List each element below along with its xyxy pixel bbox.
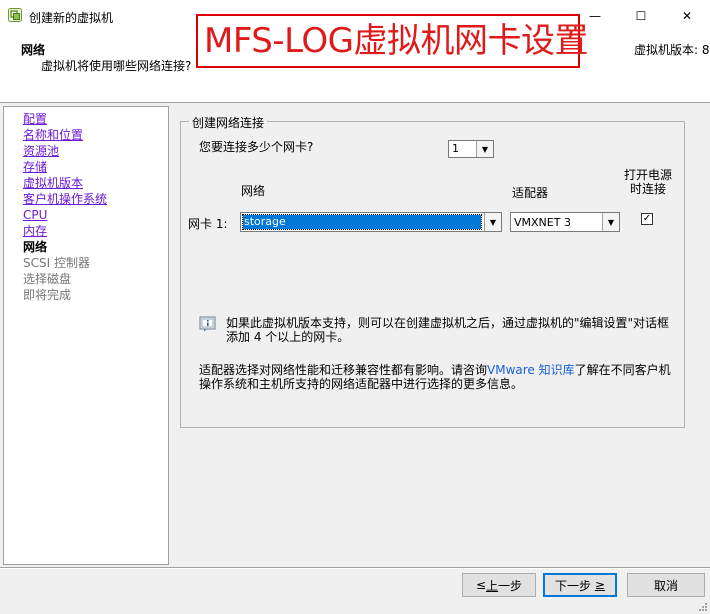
check-icon: ✓ (642, 213, 652, 224)
network-column-header: 网络 (241, 184, 266, 198)
page-description: 虚拟机将使用哪些网络连接? (41, 59, 192, 73)
sidebar-step-8: 网络 (23, 240, 48, 254)
footer-divider (0, 567, 710, 569)
group-title: 创建网络连接 (189, 114, 268, 131)
cancel-button[interactable]: 取消 (627, 573, 705, 597)
network-select[interactable]: storage ▼ (240, 212, 502, 232)
nic-count-value: 1 (452, 142, 459, 155)
close-button[interactable]: ✕ (664, 0, 710, 32)
close-icon: ✕ (681, 9, 693, 23)
adapter-column-header: 适配器 (512, 186, 549, 200)
sidebar-step-7[interactable]: 内存 (23, 223, 168, 239)
connect-at-power-on-header: 打开电源 时连接 (620, 168, 676, 196)
vm-version-label: 虚拟机版本: 8 (634, 43, 710, 57)
sidebar-step-9: SCSI 控制器 (23, 256, 90, 270)
maximize-button[interactable]: ☐ (618, 0, 664, 32)
adapter-value: VMXNET 3 (514, 216, 571, 229)
sidebar-step-1[interactable]: 名称和位置 (23, 127, 168, 143)
sidebar-step-3[interactable]: 存储 (23, 159, 168, 175)
vmware-kb-link[interactable]: VMware 知识库 (487, 363, 575, 377)
window-title: 创建新的虚拟机 (29, 11, 114, 25)
next-access-key: ≥ (594, 578, 605, 592)
chevron-down-icon[interactable]: ▼ (484, 213, 501, 231)
next-button[interactable]: 下一步 ≥ (543, 573, 617, 597)
adapter-select[interactable]: VMXNET 3 ▼ (510, 212, 620, 232)
nic-count-label: 您要连接多少个网卡? (199, 140, 314, 154)
steps-list: 配置 名称和位置 资源池 存储 虚拟机版本 客户机操作系统 CPU 内存 网络 SCSI 控制器选… (4, 107, 168, 303)
sidebar-step-0[interactable]: 配置 (23, 111, 168, 127)
sidebar-step-10: 选择磁盘 (23, 272, 72, 286)
back-button[interactable]: ≤ 上一步 (462, 573, 536, 597)
back-access-key: 上 (486, 578, 499, 593)
sidebar-step-2[interactable]: 资源池 (23, 143, 168, 159)
sidebar-step-5[interactable]: 客户机操作系统 (23, 191, 168, 207)
connect-header-line2: 时连接 (629, 182, 666, 196)
sidebar-step-11: 即将完成 (23, 288, 72, 302)
chevron-down-icon[interactable]: ▼ (602, 213, 619, 231)
sidebar-step-6[interactable]: CPU (23, 207, 168, 223)
vsphere-app-icon (8, 8, 22, 22)
back-prefix: ≤ (475, 578, 487, 592)
maximize-icon: ☐ (635, 9, 647, 23)
back-suffix: 一步 (498, 578, 523, 593)
annotation-banner: MFS-LOG虚拟机网卡设置 (196, 14, 588, 68)
minimize-icon: — (589, 9, 601, 23)
chevron-down-icon[interactable]: ▼ (476, 141, 493, 157)
adapter-note: 适配器选择对网络性能和迁移兼容性都有影响。请咨询VMware 知识库了解在不同客… (199, 363, 679, 391)
network-value: storage (242, 214, 482, 230)
adapter-note-text-1: 适配器选择对网络性能和迁移兼容性都有影响。请咨询 (199, 363, 488, 377)
nic-count-select[interactable]: 1 ▼ (448, 140, 494, 158)
next-prefix: 下一步 (555, 578, 595, 593)
info-message: 如果此虚拟机版本支持，则可以在创建虚拟机之后，通过虚拟机的"编辑设置"对话框添加… (226, 316, 670, 344)
nic-1-label: 网卡 1: (188, 217, 228, 231)
connect-at-power-on-checkbox[interactable]: ✓ (641, 213, 653, 225)
connect-header-line1: 打开电源 (623, 168, 672, 182)
sidebar-step-4[interactable]: 虚拟机版本 (23, 175, 168, 191)
resize-grip-icon[interactable] (698, 602, 708, 612)
page-title: 网络 (21, 43, 46, 57)
info-icon (199, 316, 216, 332)
wizard-steps-sidebar: 配置 名称和位置 资源池 存储 虚拟机版本 客户机操作系统 CPU 内存 网络 SCSI 控制器选… (3, 106, 169, 565)
